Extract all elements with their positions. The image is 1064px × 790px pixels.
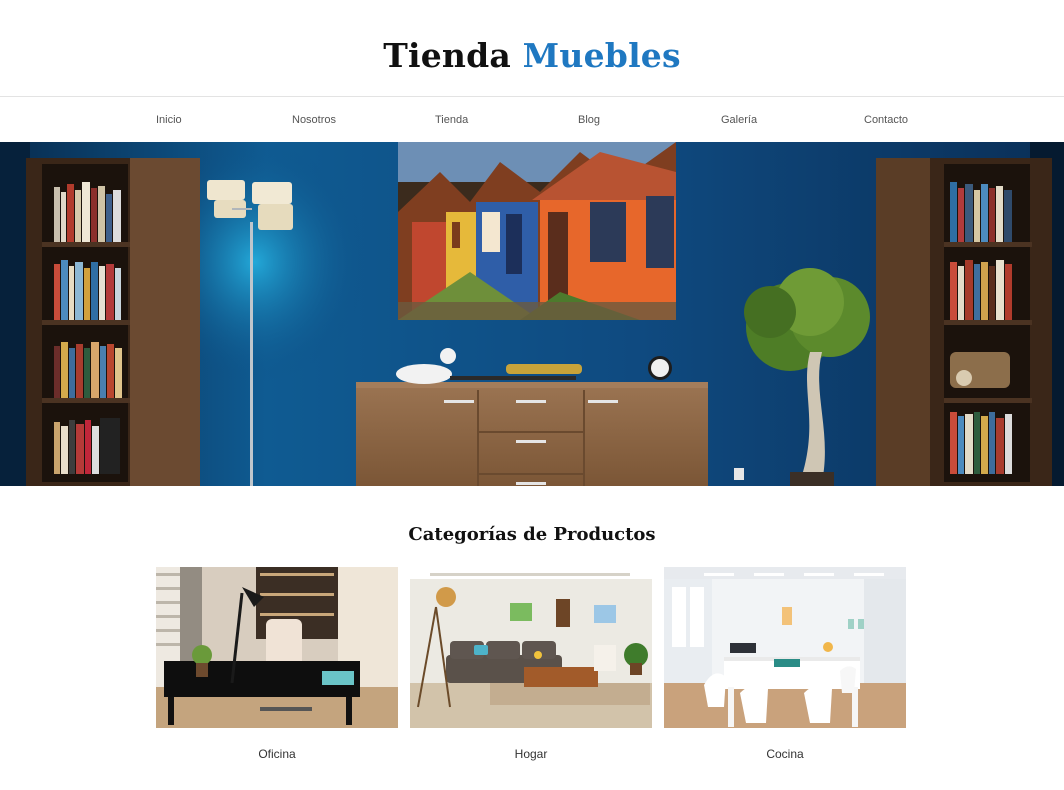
sideboard [356, 348, 708, 486]
nav-item-galeria[interactable]: Galería [721, 114, 864, 126]
nav-item-blog[interactable]: Blog [578, 114, 721, 126]
section-title: Categorías de Productos [408, 524, 656, 545]
wall-outlet [734, 468, 744, 480]
category-card-cocina[interactable]: Cocina [664, 567, 906, 761]
logo-text-muebles: Muebles [522, 35, 681, 75]
main-nav: Inicio Nosotros Tienda Blog Galería Cont… [0, 97, 1064, 142]
nav-item-contacto[interactable]: Contacto [864, 114, 1007, 126]
category-label-hogar[interactable]: Hogar [410, 747, 652, 761]
category-image-hogar[interactable] [410, 567, 652, 728]
category-label-cocina[interactable]: Cocina [664, 747, 906, 761]
wall-painting [398, 142, 676, 320]
nav-item-nosotros[interactable]: Nosotros [292, 114, 435, 126]
hero-illustration [0, 142, 1064, 486]
category-label-oficina[interactable]: Oficina [156, 747, 398, 761]
category-card-hogar[interactable]: Hogar [410, 567, 652, 761]
category-image-cocina[interactable] [664, 567, 906, 728]
right-bookshelf [876, 158, 1052, 486]
dining-room-photo [664, 567, 906, 728]
left-bookshelf [26, 158, 200, 486]
site-logo[interactable]: Tienda Muebles [383, 36, 681, 75]
logo-text-tienda: Tienda [383, 35, 511, 75]
category-card-oficina[interactable]: Oficina [156, 567, 398, 761]
category-grid: Oficina Hogar Cocina [156, 567, 1064, 761]
nav-item-inicio[interactable]: Inicio [156, 114, 292, 126]
category-image-oficina[interactable] [156, 567, 398, 728]
living-room-photo [410, 567, 652, 728]
hero-banner-image [0, 142, 1064, 486]
site-header: Tienda Muebles [0, 0, 1064, 97]
office-photo [156, 567, 398, 728]
nav-item-tienda[interactable]: Tienda [435, 114, 578, 126]
